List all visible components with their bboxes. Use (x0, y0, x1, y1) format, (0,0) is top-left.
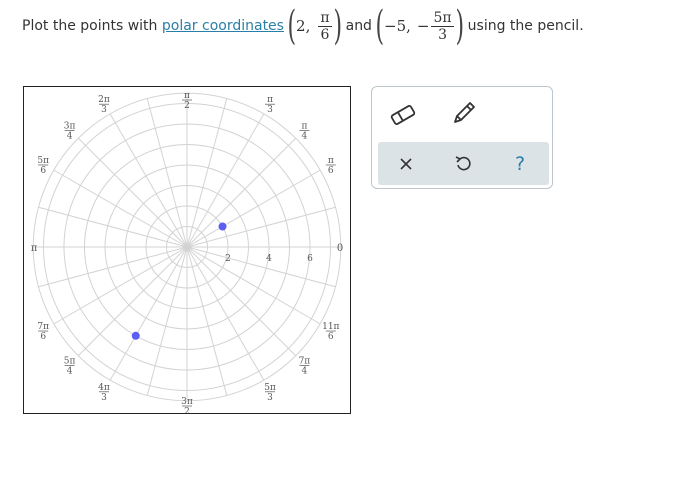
svg-text:5π: 5π (264, 383, 276, 393)
svg-text:3π: 3π (181, 397, 193, 407)
svg-text:7π: 7π (37, 322, 49, 332)
radial-label: 4 (266, 254, 272, 264)
svg-text:π: π (31, 243, 38, 254)
grid-spoke (77, 137, 188, 248)
tool-panel: ? (371, 86, 553, 189)
point-2-sign: − (416, 17, 430, 35)
svg-text:0: 0 (337, 243, 343, 254)
svg-text:3: 3 (101, 105, 107, 115)
pencil-button[interactable] (448, 97, 480, 129)
angle-label: 4π3 (98, 383, 110, 403)
grid-spoke (186, 246, 297, 357)
svg-text:2π: 2π (98, 95, 110, 105)
svg-text:π: π (267, 95, 273, 105)
svg-text:11π: 11π (322, 322, 339, 332)
question-prompt: Plot the points with polar coordinates (… (22, 0, 584, 52)
svg-text:4: 4 (302, 132, 308, 142)
action-bar: ? (378, 142, 549, 185)
polar-graph[interactable]: 0 π 6 π 4 π 3 π 2 2π 3 3π 4 5π 6 π 7π 6 5π 4 4π 3 3π 2 5π 3 7π 4 11π… (23, 86, 351, 417)
svg-text:2: 2 (184, 407, 190, 413)
angle-label: 5π3 (264, 383, 276, 403)
close-icon (400, 157, 412, 170)
help-icon: ? (514, 152, 526, 175)
pencil-icon (454, 102, 475, 123)
svg-text:π: π (328, 156, 334, 166)
prompt-prefix: Plot the points with (22, 18, 158, 34)
plotted-point[interactable] (131, 331, 140, 340)
undo-icon (455, 155, 471, 170)
plotted-point[interactable] (218, 222, 227, 231)
radial-label: 2 (225, 254, 231, 264)
angle-label: π6 (325, 156, 336, 176)
polar-grid[interactable]: 0π6π4π3π22π33π45π6π7π65π44π3 3π25π37π411π… (24, 87, 350, 417)
eraser-icon (390, 105, 416, 125)
angle-label: 0 (337, 243, 343, 254)
prompt-and: and (345, 18, 372, 34)
svg-text:4: 4 (67, 132, 73, 142)
angle-label: π (31, 243, 38, 254)
grid-spoke (53, 246, 188, 325)
undo-button[interactable] (443, 142, 483, 185)
svg-text:5π: 5π (37, 156, 49, 166)
svg-text:7π: 7π (299, 356, 311, 366)
prompt-suffix: using the pencil. (467, 18, 584, 34)
point-1-theta: π 6 (318, 9, 332, 43)
svg-text:π: π (184, 91, 190, 101)
angle-label: 7π6 (37, 322, 49, 342)
angle-label: 2π3 (98, 95, 110, 115)
svg-text:π: π (301, 122, 307, 132)
point-2-expression: ( −5, − 5π 3 ) (375, 3, 464, 49)
point-2-theta: 5π 3 (431, 9, 454, 43)
svg-text:6: 6 (40, 332, 46, 342)
svg-text:6: 6 (328, 332, 334, 342)
angle-label: 5π6 (37, 156, 49, 176)
svg-text:3: 3 (267, 393, 273, 403)
radial-label: 6 (307, 254, 313, 264)
polar-coordinates-link[interactable]: polar coordinates (162, 18, 284, 34)
help-button[interactable]: ? (500, 142, 540, 185)
angle-label: π3 (265, 95, 276, 115)
svg-text:6: 6 (40, 166, 46, 176)
svg-text:3: 3 (267, 105, 273, 115)
angle-label: 5π4 (64, 356, 76, 376)
angle-label: 3π4 (64, 122, 76, 142)
angle-label: 11π6 (322, 322, 339, 342)
clear-button[interactable] (386, 142, 426, 185)
svg-text:3: 3 (101, 393, 107, 403)
grid-spoke (186, 169, 321, 248)
svg-text:3π: 3π (64, 122, 76, 132)
point-1-expression: ( 2, π 6 ) (287, 3, 342, 49)
angle-label: π2 (182, 91, 192, 111)
eraser-button[interactable] (387, 99, 419, 131)
angle-label: 7π4 (299, 356, 311, 376)
grid-spoke (77, 246, 188, 357)
svg-text:5π: 5π (64, 356, 76, 366)
grid-spoke (186, 137, 297, 248)
grid-spoke (109, 113, 188, 248)
angle-label: π4 (299, 122, 310, 142)
svg-text:4: 4 (67, 366, 73, 376)
grid-spoke (53, 169, 188, 248)
point-2-r: −5, (384, 17, 411, 35)
grid-spoke (186, 246, 265, 381)
svg-text:2: 2 (184, 101, 190, 111)
grid-spoke (186, 246, 321, 325)
svg-text:4π: 4π (98, 383, 110, 393)
svg-text:6: 6 (328, 166, 334, 176)
angle-label: 3π2 (181, 397, 193, 417)
grid-spoke (109, 246, 188, 381)
svg-text:4: 4 (302, 366, 308, 376)
point-1-r: 2, (296, 17, 311, 35)
